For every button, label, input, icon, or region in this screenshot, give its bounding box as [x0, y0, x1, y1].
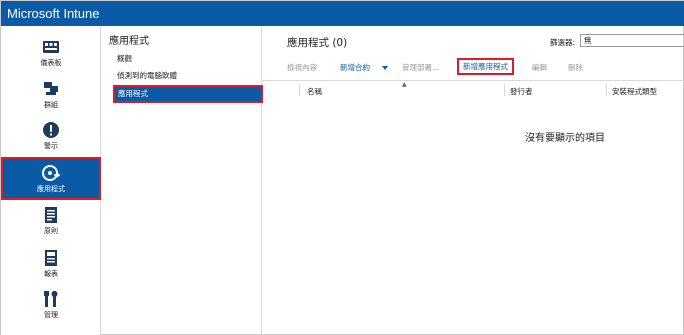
policy-icon	[42, 206, 60, 224]
sort-indicator-icon: ▲	[402, 81, 407, 88]
nav-label: 報表	[44, 270, 58, 278]
dashboard-icon	[42, 38, 60, 56]
page-title: 應用程式 (0)	[287, 37, 348, 49]
groups-icon	[42, 80, 60, 98]
column-header-publisher[interactable]: 發行者	[510, 86, 533, 97]
section-item-overview[interactable]: 概觀	[117, 53, 132, 64]
apps-icon	[42, 164, 60, 182]
nav-label: 管理	[44, 311, 58, 319]
filter-select[interactable]: 無	[580, 34, 684, 47]
section-item-apps[interactable]: 應用程式	[113, 85, 263, 103]
nav-label: 警示	[44, 142, 58, 150]
column-header-name[interactable]: 名稱	[307, 86, 322, 97]
divider	[262, 80, 684, 81]
section-nav: 應用程式 概觀 偵測到的電腦軟體 應用程式	[101, 26, 263, 335]
reports-icon	[42, 249, 60, 267]
title-bar: Microsoft Intune	[1, 1, 684, 26]
add-agreement-button[interactable]: 新增合約	[340, 62, 370, 73]
main-panel: 應用程式 (0) 篩選器: 無 檢視內容 新增合約 管理部署... 新增應用程式…	[262, 26, 684, 335]
column-separator	[504, 84, 505, 96]
alert-icon	[42, 121, 60, 139]
app-window: Microsoft Intune 儀表板 群組 警示 應用程式 原則 報表 管理…	[0, 0, 684, 335]
column-separator	[299, 84, 300, 96]
add-app-button[interactable]: 新增應用程式	[457, 58, 514, 75]
admin-tools-icon	[42, 290, 60, 308]
section-title: 應用程式	[109, 36, 149, 47]
nav-label: 應用程式	[37, 185, 65, 193]
delete-button[interactable]: 刪除	[568, 62, 583, 73]
toolbar: 檢視內容 新增合約 管理部署... 新增應用程式 編輯 刪除	[262, 58, 684, 76]
nav-label: 群組	[44, 101, 58, 109]
view-properties-button[interactable]: 檢視內容	[287, 62, 317, 73]
edit-button[interactable]: 編輯	[532, 62, 547, 73]
nav-item-apps[interactable]: 應用程式	[1, 157, 101, 200]
left-nav: 儀表板 群組 警示 應用程式 原則 報表 管理	[1, 26, 101, 335]
nav-item-policy[interactable]: 原則	[1, 206, 101, 254]
nav-item-admin[interactable]: 管理	[1, 290, 101, 335]
filter-label: 篩選器:	[550, 38, 576, 47]
column-header-installer-type[interactable]: 安裝程式類型	[612, 86, 657, 97]
column-separator	[606, 84, 607, 96]
nav-item-dashboard[interactable]: 儀表板	[1, 38, 101, 86]
empty-state-text: 沒有要顯示的項目	[525, 133, 605, 144]
section-item-detected-software[interactable]: 偵測到的電腦軟體	[117, 70, 177, 81]
chevron-down-icon[interactable]	[382, 66, 388, 70]
manage-deployment-button[interactable]: 管理部署...	[402, 62, 439, 73]
nav-label: 原則	[44, 227, 58, 235]
nav-label: 儀表板	[40, 59, 62, 67]
